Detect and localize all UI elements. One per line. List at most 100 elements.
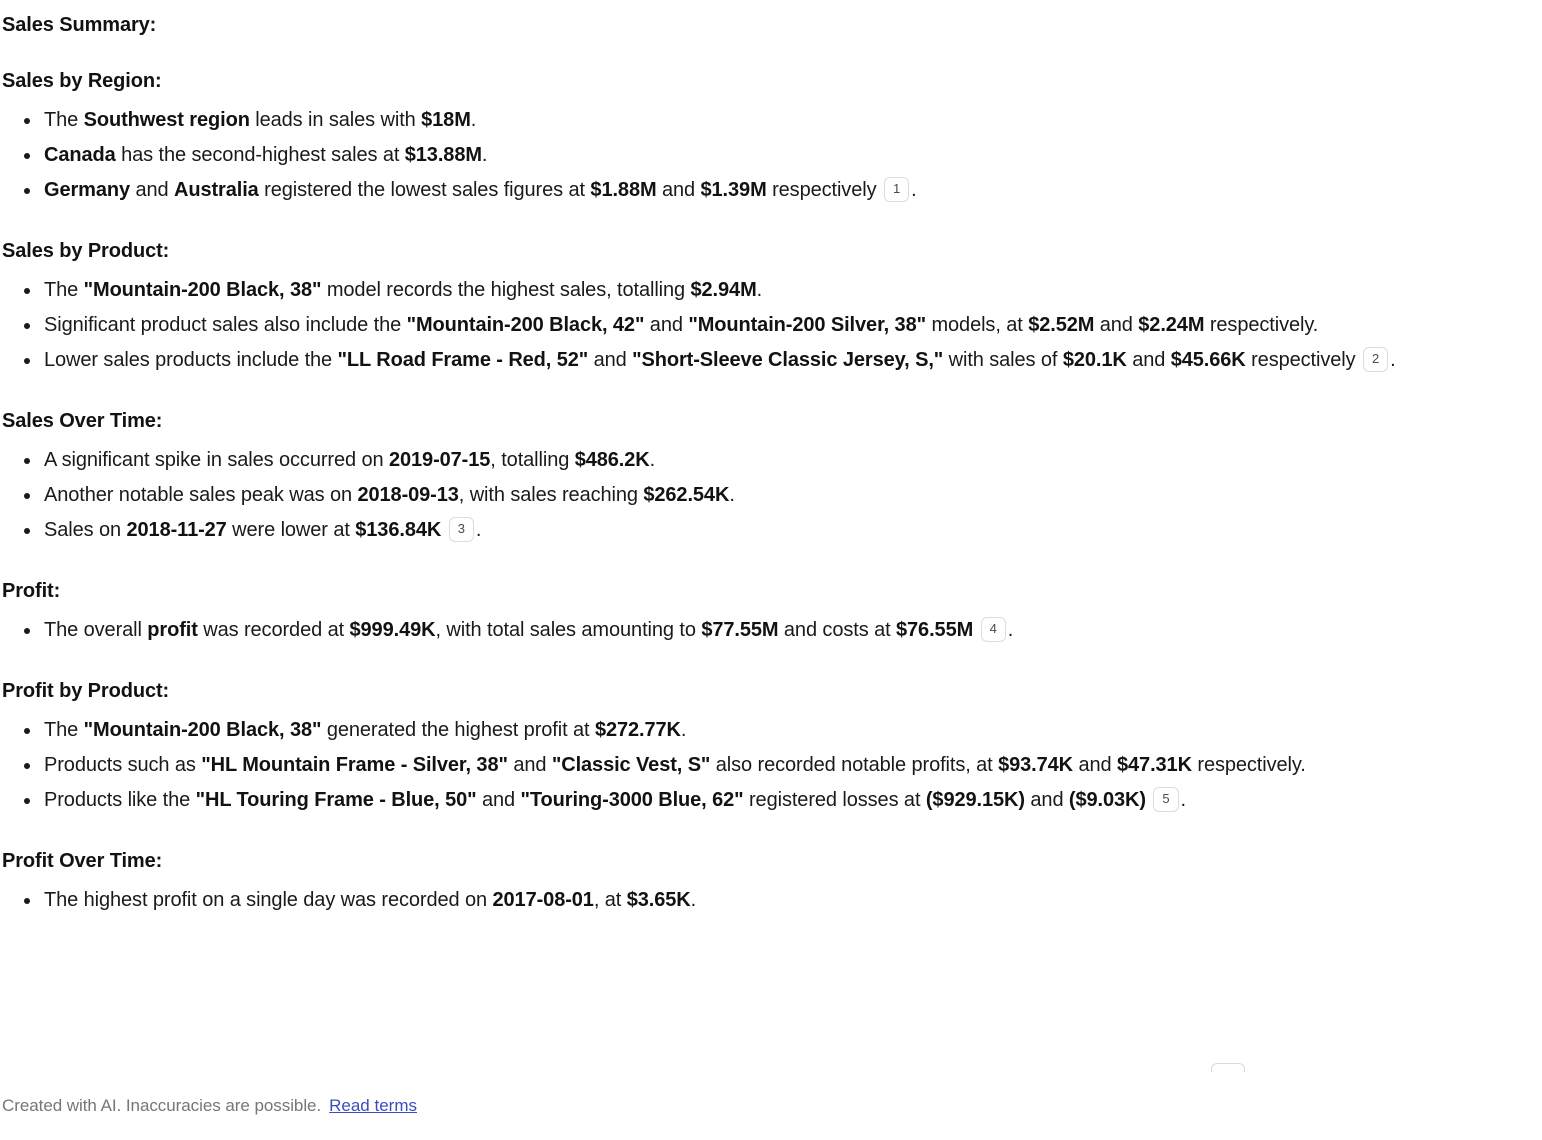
body-text: respectively. <box>1191 754 1306 776</box>
emphasis-text: "Mountain-200 Black, 38" <box>83 719 322 741</box>
section-heading: Profit Over Time: <box>2 850 163 872</box>
body-text: A significant spike in sales occurred on <box>44 449 389 471</box>
body-text: registered the lowest sales figures at <box>258 179 591 201</box>
emphasis-text: $13.88M <box>404 144 482 166</box>
citation-badge[interactable]: 1 <box>883 177 910 202</box>
body-text: . <box>756 279 763 301</box>
emphasis-text: $272.77K <box>594 719 681 741</box>
body-text: leads in sales with <box>249 109 422 131</box>
body-text: . <box>680 719 687 741</box>
body-text: Lower sales products include the <box>44 349 338 371</box>
body-text: . <box>1007 619 1014 641</box>
body-text: and <box>507 754 552 776</box>
body-text: Another notable sales peak was on <box>44 484 358 506</box>
citation-badge[interactable]: 4 <box>980 617 1006 642</box>
page-title: Sales Summary: <box>2 14 157 36</box>
list-item: Another notable sales peak was on 2018-0… <box>2 478 1526 513</box>
summary-document: Sales Summary: Sales by Region: The South… <box>0 0 1542 918</box>
body-text: . <box>1180 789 1187 811</box>
bullet-list: The highest profit on a single day was r… <box>2 883 1526 918</box>
body-text: and <box>644 314 689 336</box>
list-item: Lower sales products include the "LL Roa… <box>2 343 1526 378</box>
emphasis-text: $45.66K <box>1170 349 1246 371</box>
bullet-list: The Southwest region leads in sales with… <box>2 103 1526 208</box>
list-item: Products like the "HL Touring Frame - Bl… <box>2 783 1526 818</box>
body-text: The <box>44 279 84 301</box>
list-item: Significant product sales also include t… <box>2 308 1526 343</box>
section-heading: Sales by Region: <box>2 70 162 92</box>
emphasis-text: 2018-09-13 <box>357 484 459 506</box>
body-text: and <box>1126 349 1171 371</box>
section-heading: Profit: <box>2 580 61 602</box>
body-text: Significant product sales also include t… <box>44 314 407 336</box>
emphasis-text: $2.94M <box>690 279 757 301</box>
bullet-list: A significant spike in sales occurred on… <box>2 443 1526 548</box>
emphasis-text: $93.74K <box>998 754 1074 776</box>
emphasis-text: 2019-07-15 <box>388 449 491 471</box>
body-text: models, at <box>926 314 1029 336</box>
body-text: . <box>690 889 697 911</box>
body-text: model records the highest sales, totalli… <box>321 279 691 301</box>
emphasis-text: Australia <box>174 179 259 201</box>
emphasis-text: "Mountain-200 Black, 38" <box>83 279 322 301</box>
emphasis-text: $20.1K <box>1062 349 1127 371</box>
body-text <box>1146 789 1151 811</box>
body-text: The <box>44 109 84 131</box>
emphasis-text: $1.39M <box>700 179 767 201</box>
body-text: . <box>1390 349 1396 371</box>
emphasis-text: $77.55M <box>701 619 779 641</box>
emphasis-text: profit <box>147 619 198 641</box>
citation-badge[interactable]: 5 <box>1153 787 1179 812</box>
body-text: generated the highest profit at <box>321 719 595 741</box>
sections-container: Sales by Region: The Southwest region lea… <box>2 68 1526 918</box>
ai-disclaimer-text: Created with AI. Inaccuracies are possib… <box>2 1096 322 1115</box>
emphasis-text: "Mountain-200 Silver, 38" <box>688 314 926 336</box>
emphasis-text: Southwest region <box>83 109 250 131</box>
section: Sales by Product: The "Mountain-200 Black… <box>2 238 1526 378</box>
emphasis-text: $76.55M <box>896 619 974 641</box>
list-item: The highest profit on a single day was r… <box>2 883 1526 918</box>
emphasis-text: Canada <box>44 144 116 166</box>
body-text: , with total sales amounting to <box>435 619 702 641</box>
body-text: and <box>656 179 701 201</box>
emphasis-text: "Short-Sleeve Classic Jersey, S," <box>632 349 944 371</box>
list-item: The "Mountain-200 Black, 38" generated t… <box>2 713 1526 748</box>
emphasis-text: $18M <box>421 109 471 131</box>
body-text: has the second-highest sales at <box>115 144 405 166</box>
list-item: Germany and Australia registered the low… <box>2 173 1526 208</box>
emphasis-text: $47.31K <box>1117 754 1192 776</box>
emphasis-text: $136.84K <box>355 519 442 541</box>
emphasis-text: ($9.03K) <box>1068 789 1146 811</box>
emphasis-text: Germany <box>44 179 131 201</box>
body-text: . <box>911 179 917 201</box>
bullet-list: The "Mountain-200 Black, 38" generated t… <box>2 713 1526 818</box>
body-text: The <box>44 719 84 741</box>
section: Sales Over Time: A significant spike in s… <box>2 408 1526 548</box>
body-text: and <box>588 349 633 371</box>
read-terms-link[interactable]: Read terms <box>329 1095 417 1117</box>
body-text: was recorded at <box>197 619 350 641</box>
emphasis-text: "Mountain-200 Black, 42" <box>406 314 645 336</box>
body-text: respectively <box>766 179 882 201</box>
body-text: registered losses at <box>743 789 926 811</box>
citation-badge[interactable]: 3 <box>448 517 474 542</box>
list-item: The "Mountain-200 Black, 38" model recor… <box>2 273 1526 308</box>
body-text: and <box>476 789 521 811</box>
list-item: Products such as "HL Mountain Frame - Si… <box>2 748 1526 783</box>
body-text: . <box>729 484 735 506</box>
section: Sales by Region: The Southwest region lea… <box>2 68 1526 208</box>
citation-badge[interactable]: 2 <box>1362 347 1389 372</box>
body-text: and <box>1024 789 1069 811</box>
emphasis-text: 2017-08-01 <box>492 889 594 911</box>
body-text: with sales of <box>943 349 1063 371</box>
emphasis-text: $2.52M <box>1028 314 1095 336</box>
emphasis-text: $262.54K <box>643 484 730 506</box>
emphasis-text: "Classic Vest, S" <box>551 754 711 776</box>
emphasis-text: $1.88M <box>590 179 657 201</box>
body-text <box>441 519 446 541</box>
footer-bar: Created with AI. Inaccuracies are possib… <box>0 1072 1542 1140</box>
body-text: and costs at <box>778 619 897 641</box>
body-text: . <box>470 109 477 131</box>
body-text: and <box>1094 314 1139 336</box>
body-text: . <box>649 449 656 471</box>
